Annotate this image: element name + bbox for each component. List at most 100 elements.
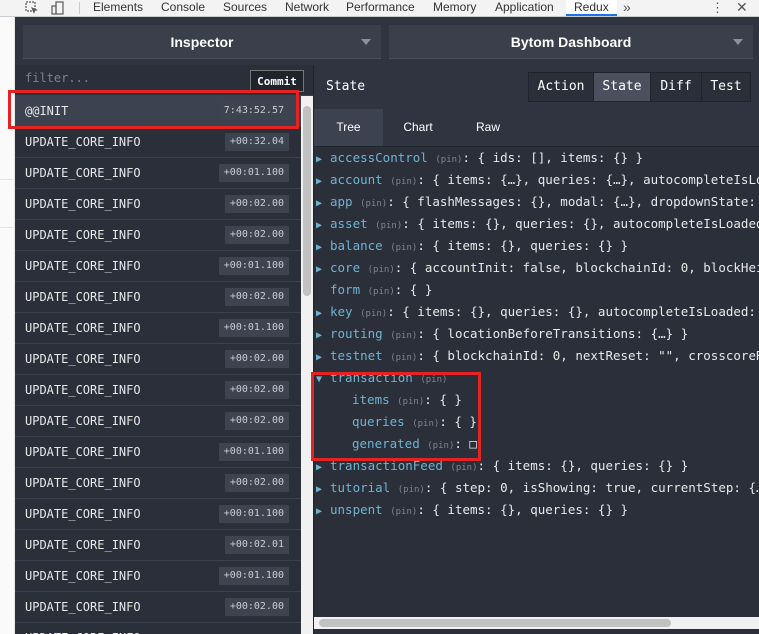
close-icon[interactable]: ✕ [736,0,748,16]
action-row[interactable]: UPDATE_CORE_INFO +00:02.01 [15,530,301,561]
pin-link[interactable]: (pin) [450,463,477,473]
action-list-scrollbar[interactable] [301,96,313,634]
action-time-badge: +00:02.00 [224,598,289,616]
action-row[interactable]: UPDATE_CORE_INFO +00:02.00 [15,468,301,499]
pin-link[interactable]: (pin) [360,199,387,209]
collapsed-arrow-icon[interactable]: ▶ [316,259,330,281]
tab-raw[interactable]: Raw [453,109,523,146]
devtools-tab-bar: Elements Console Sources Network Perform… [0,0,759,17]
action-name: UPDATE_CORE_INFO [25,507,141,521]
action-name: UPDATE_CORE_INFO [25,135,141,149]
view-button-group: Action State Diff Test [528,72,751,102]
pin-link[interactable]: (pin) [390,507,417,517]
action-row[interactable]: UPDATE_CORE_INFO +00:01.100 [15,561,301,592]
action-row[interactable]: UPDATE_CORE_INFO +00:02.00 [15,375,301,406]
tree-node[interactable]: ▶ accessControl (pin): { ids: [], items: … [316,147,643,169]
action-row[interactable]: UPDATE_CORE_INFO +00:02.00 [15,220,301,251]
collapsed-arrow-icon[interactable]: ▶ [316,171,330,193]
tab-application[interactable]: Application [495,0,554,16]
pin-link[interactable]: (pin) [398,485,425,495]
pin-link[interactable]: (pin) [375,221,402,231]
monitor-select[interactable]: Inspector [23,25,381,59]
scrollbar-thumb[interactable] [319,619,671,627]
action-button[interactable]: Action [529,73,594,101]
monitor-select-label: Inspector [170,33,234,50]
collapsed-arrow-icon[interactable]: ▶ [316,303,330,325]
tree-node[interactable]: ▶ asset (pin): { items: {}, queries: {}, … [316,213,759,235]
chevron-down-icon [733,39,743,45]
action-row[interactable]: UPDATE_CORE_INFO +00:01.100 [15,158,301,189]
pin-link[interactable]: (pin) [390,331,417,341]
init-highlight-box [8,90,299,129]
pin-link[interactable]: (pin) [368,265,395,275]
state-tree-scrollbar[interactable] [314,617,759,629]
tab-tree[interactable]: Tree [314,109,383,146]
collapsed-arrow-icon[interactable]: ▶ [316,479,330,501]
action-rows: @@INIT 7:43:52.57 UPDATE_CORE_INFO +00:32.0… [15,96,301,634]
tab-sources[interactable]: Sources [223,0,267,16]
collapsed-arrow-icon[interactable]: ▶ [316,347,330,369]
action-name: UPDATE_CORE_INFO [25,321,141,335]
tab-memory[interactable]: Memory [433,0,476,16]
tree-node[interactable]: ▶ core (pin): { accountInit: false, block… [316,257,759,279]
tree-node-value: : { step: 0, isShowing: true, currentSte… [424,480,759,495]
collapsed-arrow-icon[interactable]: ▶ [316,149,330,171]
inspect-element-icon[interactable] [24,0,40,16]
action-name: UPDATE_CORE_INFO [25,259,141,273]
state-button[interactable]: State [594,73,651,101]
action-row[interactable]: UPDATE_CORE_INFO +00:02.00 [15,406,301,437]
device-toolbar-icon[interactable] [50,0,66,16]
pin-link[interactable]: (pin) [360,309,387,319]
filter-input[interactable] [25,71,225,85]
collapsed-arrow-icon[interactable]: ▶ [316,325,330,347]
tree-node-value: : { } [394,282,433,297]
tab-chart[interactable]: Chart [383,109,453,146]
more-tabs-icon[interactable]: » [623,0,631,15]
tab-redux[interactable]: Redux [566,0,617,16]
action-row[interactable]: UPDATE_CORE_INFO +00:02.00 [15,189,301,220]
transaction-highlight-box [311,372,481,461]
tree-node[interactable]: ▶ unspent (pin): { items: {}, queries: {}… [316,499,628,521]
pin-link[interactable]: (pin) [368,287,395,297]
tree-node[interactable]: ▶ routing (pin): { locationBeforeTransiti… [316,323,688,345]
pin-link[interactable]: (pin) [390,243,417,253]
tree-node[interactable]: ▶ key (pin): { items: {}, queries: {}, au… [316,301,759,323]
action-row[interactable]: UPDATE_CORE_INFO +00:32.04 [15,127,301,158]
collapsed-arrow-icon[interactable]: ▶ [316,215,330,237]
scrollbar-thumb[interactable] [303,106,311,296]
action-row[interactable]: UPDATE_CORE_INFO +00:02.00 [15,592,301,623]
action-name: UPDATE_CORE_INFO [25,228,141,242]
store-select[interactable]: Bytom Dashboard [389,25,753,59]
tree-node[interactable]: ▶ balance (pin): { items: {}, queries: {}… [316,235,628,257]
action-name: UPDATE_CORE_INFO [25,569,141,583]
tab-network[interactable]: Network [285,0,329,16]
collapsed-arrow-icon[interactable]: ▶ [316,501,330,523]
action-row[interactable]: UPDATE_CORE_INFO +00:01.100 [15,499,301,530]
collapsed-arrow-icon[interactable]: ▶ [316,193,330,215]
tree-node[interactable]: ▶ app (pin): { flashMessages: {}, modal: … [316,191,759,213]
pin-link[interactable]: (pin) [435,155,462,165]
action-row[interactable]: UPDATE_CORE_INFO +00:01.100 [15,437,301,468]
tree-node[interactable]: form (pin): { } [316,279,432,301]
action-row[interactable]: UPDATE_CORE_INFO +00:01.100 [15,313,301,344]
tree-node[interactable]: ▶ account (pin): { items: {…}, queries: {… [316,169,759,191]
tree-node[interactable]: ▶ testnet (pin): { blockchainId: 0, nextR… [316,345,759,367]
action-row[interactable]: UPDATE_CORE_INFO +00:01.100 [15,251,301,282]
devtools-menu-icon[interactable]: ⋮ [711,0,724,16]
pin-link[interactable]: (pin) [390,353,417,363]
action-time-badge: +00:01.100 [218,443,289,461]
action-row[interactable]: UPDATE_CORE_INFO [15,623,301,634]
diff-button[interactable]: Diff [651,73,702,101]
collapsed-arrow-icon[interactable]: ▶ [316,237,330,259]
tab-console[interactable]: Console [161,0,205,16]
tab-performance[interactable]: Performance [346,0,415,16]
pin-link[interactable]: (pin) [390,177,417,187]
action-row[interactable]: UPDATE_CORE_INFO +00:02.00 [15,344,301,375]
tree-node[interactable]: ▶ tutorial (pin): { step: 0, isShowing: t… [316,477,759,499]
commit-button[interactable]: Commit [250,70,304,92]
tab-elements[interactable]: Elements [93,0,143,16]
test-button[interactable]: Test [702,73,750,101]
action-name: UPDATE_CORE_INFO [25,197,141,211]
tree-node-value: : { items: {}, queries: {}, autocomplete… [402,216,759,231]
action-row[interactable]: UPDATE_CORE_INFO +00:02.00 [15,282,301,313]
